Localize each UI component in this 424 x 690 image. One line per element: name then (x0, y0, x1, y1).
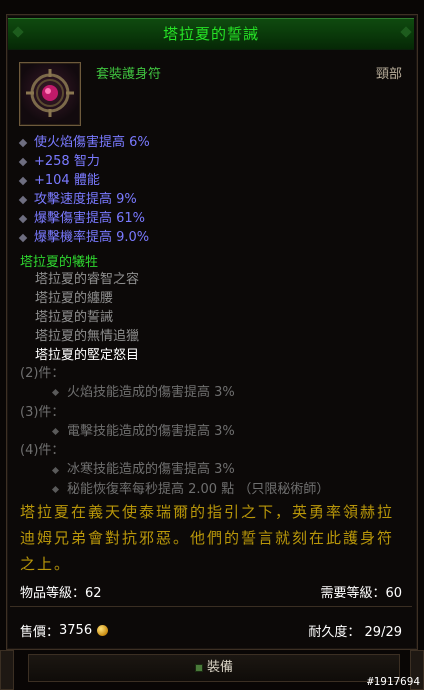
bullet-icon (18, 214, 28, 223)
item-slot: 頸部 (375, 67, 402, 82)
set-piece: 塔拉夏的無情追獵 (35, 329, 140, 344)
affix-text: +104 體能 (34, 173, 100, 188)
divider (10, 606, 412, 607)
affix-text: +258 智力 (34, 154, 100, 169)
affix-row: 使火焰傷害提高 6% (18, 133, 150, 152)
affix-text: 攻擊速度提高 9% (34, 192, 137, 207)
amulet-icon (26, 69, 74, 117)
item-title-bar: 塔拉夏的誓誡 (8, 18, 414, 50)
affix-row: +258 智力 (18, 152, 150, 171)
durability: 耐久度： 29/29 (308, 625, 402, 640)
bonus-effect-text: 電擊技能造成的傷害提高 3% (67, 423, 235, 439)
bonus-effect-text: 秘能恢復率每秒提高 2.00 點 （只限秘術師） (67, 481, 330, 497)
set-bonus-label: (4)件： (20, 443, 65, 459)
set-bonus-effect: 冰寒技能造成的傷害提高 3% (20, 460, 329, 479)
flavor-text: 塔拉夏在義天使泰瑞爾的指引之下，英勇率領赫拉迪姆兄弟會對抗邪惡。他們的誓言就刻在… (20, 503, 395, 573)
bullet-icon (51, 485, 60, 493)
set-piece: 塔拉夏的誓誡 (35, 310, 114, 325)
set-piece: 塔拉夏的纏腰 (35, 291, 114, 306)
bullet-icon (18, 233, 28, 242)
bullet-icon (18, 176, 28, 185)
set-bonus-effect: 火焰技能造成的傷害提高 3% (20, 383, 329, 402)
watermark: #1917694 (367, 675, 420, 688)
sell-price: 售價： 3756 (20, 621, 109, 640)
gold-coin-icon (97, 625, 109, 636)
bullet-icon (18, 195, 28, 204)
set-bonus-label: (3)件： (20, 404, 65, 420)
affix-list: 使火焰傷害提高 6% +258 智力 +104 體能 攻擊速度提高 9% 爆擊傷… (18, 133, 150, 247)
set-name: 塔拉夏的犧牲 (20, 255, 99, 270)
affix-text: 爆擊傷害提高 61% (34, 211, 146, 226)
item-icon-frame (19, 62, 81, 126)
affix-row: 爆擊機率提高 9.0% (18, 228, 150, 247)
set-bonus-effect: 電擊技能造成的傷害提高 3% (20, 422, 329, 441)
bullet-icon (51, 466, 60, 474)
set-bonus-effect: 秘能恢復率每秒提高 2.00 點 （只限秘術師） (20, 480, 329, 499)
set-bonuses: (2)件： 火焰技能造成的傷害提高 3% (3)件： 電擊技能造成的傷害提高 3… (20, 364, 329, 499)
price-label: 售價： (20, 625, 60, 640)
equip-label: 裝備 (206, 660, 233, 675)
bullet-icon (18, 138, 28, 147)
item-name: 塔拉夏的誓誡 (162, 25, 259, 43)
bonus-effect-text: 火焰技能造成的傷害提高 3% (67, 385, 235, 401)
frame-ornament-left (0, 650, 14, 690)
bullet-icon (51, 389, 60, 397)
equip-icon (194, 663, 203, 672)
set-piece: 塔拉夏的睿智之容 (35, 272, 140, 287)
set-pieces-list: 塔拉夏的睿智之容 塔拉夏的纏腰 塔拉夏的誓誡 塔拉夏的無情追獵 塔拉夏的堅定怒目 (35, 270, 139, 365)
affix-row: +104 體能 (18, 171, 150, 190)
equip-button[interactable]: 裝備 (28, 654, 400, 682)
price-value: 3756 (59, 623, 93, 638)
affix-text: 爆擊機率提高 9.0% (34, 230, 150, 245)
affix-text: 使火焰傷害提高 6% (34, 135, 150, 150)
bullet-icon (51, 427, 60, 436)
bullet-icon (18, 157, 28, 166)
affix-row: 攻擊速度提高 9% (18, 190, 150, 209)
required-level: 需要等級：60 (320, 586, 402, 601)
set-bonus-label: (2)件： (20, 366, 65, 381)
set-piece-equipped: 塔拉夏的堅定怒目 (35, 348, 140, 363)
item-type: 套裝護身符 (96, 67, 162, 82)
item-level: 物品等級：62 (20, 586, 102, 601)
bonus-effect-text: 冰寒技能造成的傷害提高 3% (67, 462, 235, 478)
affix-row: 爆擊傷害提高 61% (18, 209, 150, 228)
